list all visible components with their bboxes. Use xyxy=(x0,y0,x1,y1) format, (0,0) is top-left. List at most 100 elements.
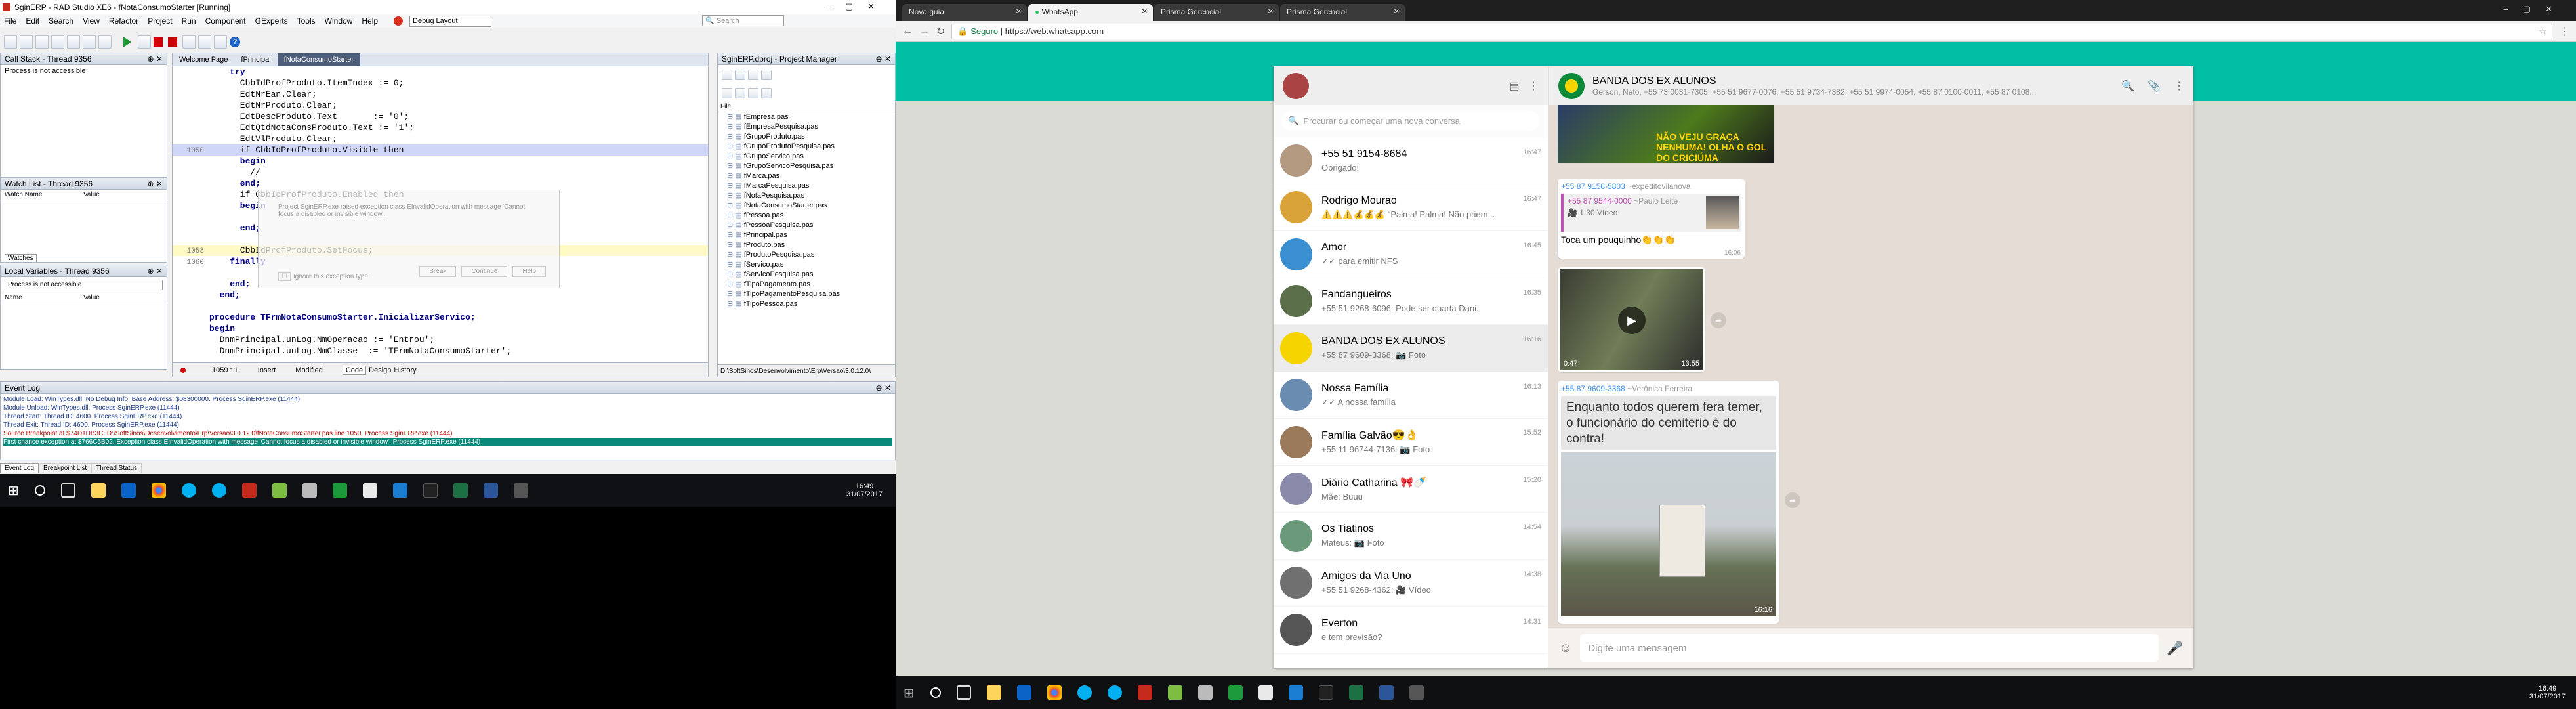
expand-icon[interactable] xyxy=(735,88,745,98)
project-file-item[interactable]: ⊞ ▤ fProduto.pas xyxy=(727,240,895,250)
photo-image[interactable]: 16:16 xyxy=(1561,452,1776,616)
chrome-icon[interactable] xyxy=(151,483,166,498)
ide-search-input[interactable]: 🔍 Search xyxy=(702,15,784,26)
play-icon[interactable]: ▶ xyxy=(1618,307,1646,334)
emoji-icon[interactable]: ☺ xyxy=(1559,641,1572,656)
my-avatar[interactable] xyxy=(1283,72,1309,99)
chat-search-input[interactable]: 🔍 Procurar ou começar uma nova conversa xyxy=(1281,111,1540,131)
chat-list-item[interactable]: Rodrigo Mourao 16:47 ⚠️⚠️⚠️💰💰💰 "Palma! Pal… xyxy=(1274,184,1548,231)
search-icon[interactable]: 🔍 xyxy=(2121,79,2134,93)
local-name-header[interactable]: Name xyxy=(5,294,83,301)
code-tab[interactable]: Code xyxy=(342,365,367,375)
tab-nova-guia[interactable]: Nova guia ✕ xyxy=(902,4,1027,21)
app-icon-dark[interactable] xyxy=(1318,685,1333,700)
watches-tab[interactable]: Watches xyxy=(5,254,37,262)
pause-icon[interactable] xyxy=(154,37,163,47)
project-file-item[interactable]: ⊞ ▤ fPessoa.pas xyxy=(727,211,895,221)
code-line[interactable]: end; xyxy=(173,178,708,189)
chat-list-item[interactable]: BANDA DOS EX ALUNOS 16:16 +55 87 9609-3368… xyxy=(1274,325,1548,372)
clock-right[interactable]: 16:49 31/07/2017 xyxy=(2529,685,2566,700)
skype-business-icon[interactable] xyxy=(1107,685,1122,700)
add-file-icon[interactable] xyxy=(83,35,96,49)
menu-refactor[interactable]: Refactor xyxy=(109,16,138,26)
new-icon[interactable] xyxy=(4,35,17,49)
project-file-item[interactable]: ⊞ ▤ fEmpresa.pas xyxy=(727,112,895,122)
code-line[interactable]: try xyxy=(173,66,708,77)
code-line[interactable]: 1050 if CbbIdProfProduto.Visible then xyxy=(173,144,708,156)
run-to-cursor-icon[interactable] xyxy=(214,35,227,49)
remove-icon[interactable] xyxy=(748,70,758,80)
layout-combo[interactable]: Debug Layout xyxy=(409,15,492,27)
menu-icon[interactable]: ⋮ xyxy=(1528,81,1539,92)
menu-run[interactable]: Run xyxy=(182,16,196,26)
project-file-item[interactable]: ⊞ ▤ fPrincipal.pas xyxy=(727,230,895,240)
break-button[interactable]: Break xyxy=(419,266,457,277)
photo-message[interactable]: +55 87 9609-3368 ~Verônica Ferreira Enqu… xyxy=(1558,381,1779,624)
conversation-header[interactable]: BANDA DOS EX ALUNOS Gerson, Neto, +55 73… xyxy=(1548,66,2193,105)
back-icon[interactable]: ← xyxy=(902,26,913,37)
new-chat-icon[interactable]: ▤ xyxy=(1510,81,1520,92)
help-icon[interactable]: ? xyxy=(230,37,240,47)
image-message[interactable]: NÃO VEJU GRAÇA NENHUMA! OLHA O GOL DO CR… xyxy=(1558,105,1774,163)
menu-component[interactable]: Component xyxy=(205,16,246,26)
chrome-icon[interactable] xyxy=(1047,685,1062,700)
excel-icon[interactable] xyxy=(453,483,468,498)
word-icon[interactable] xyxy=(1379,685,1394,700)
app-icon-green[interactable] xyxy=(272,483,287,498)
cortana-icon[interactable] xyxy=(34,485,45,496)
clock-left[interactable]: 16:49 31/07/2017 xyxy=(846,483,883,498)
forward-icon[interactable]: → xyxy=(919,26,930,37)
menu-project[interactable]: Project xyxy=(148,16,172,26)
code-line[interactable]: EdtVlProduto.Clear; xyxy=(173,133,708,144)
menu-help[interactable]: Help xyxy=(362,16,378,26)
run-without-debug-icon[interactable] xyxy=(138,35,151,49)
filter-icon[interactable] xyxy=(761,88,772,98)
tab-fprincipal[interactable]: fPrincipal xyxy=(234,56,277,64)
message-input[interactable]: Digite uma mensagem xyxy=(1580,634,2159,662)
microphone-icon[interactable]: 🎤 xyxy=(2167,640,2183,656)
panel-pin-close-icon[interactable]: ⊕ ✕ xyxy=(876,54,891,64)
tab-fnotaconsumostarter[interactable]: fNotaConsumoStarter xyxy=(277,53,361,66)
help-button[interactable]: Help xyxy=(512,266,546,277)
new-item-icon[interactable] xyxy=(735,70,745,80)
chat-list-item[interactable]: Fandangueiros 16:35 +55 51 9268-6096: Pode… xyxy=(1274,278,1548,325)
forward-icon[interactable]: ➦ xyxy=(1711,312,1726,328)
chat-list-item[interactable]: Família Galvão😎👌 15:52 +55 11 96744-7136: … xyxy=(1274,419,1548,466)
task-view-icon[interactable] xyxy=(956,685,971,700)
code-line[interactable]: DnmPrincipal.unLog.NmOperacao := 'Entrou… xyxy=(173,334,708,345)
project-file-item[interactable]: ⊞ ▤ fEmpresaPesquisa.pas xyxy=(727,122,895,132)
group-avatar[interactable] xyxy=(1558,72,1585,99)
chat-list-item[interactable]: Everton 14:31 e tem previsão? xyxy=(1274,607,1548,654)
app-icon-blue[interactable] xyxy=(1288,685,1303,700)
tab-thread-status[interactable]: Thread Status xyxy=(91,463,142,473)
tab-prisma-2[interactable]: Prisma Gerencial ✕ xyxy=(1280,4,1405,21)
run-icon[interactable] xyxy=(123,37,131,47)
code-line[interactable]: EdtNrProduto.Clear; xyxy=(173,100,708,111)
watch-name-header[interactable]: Watch Name xyxy=(5,191,83,198)
code-line[interactable]: procedure TFrmNotaConsumoStarter.Inicial… xyxy=(173,312,708,323)
local-value-header[interactable]: Value xyxy=(83,294,100,301)
reply-message[interactable]: +55 87 9158-5803 ~expeditovilanova +55 8… xyxy=(1558,179,1745,259)
code-line[interactable]: // xyxy=(173,167,708,178)
menu-edit[interactable]: Edit xyxy=(26,16,39,26)
code-line[interactable]: DnmPrincipal.unLog.NmClasse := 'TFrmNota… xyxy=(173,345,708,355)
project-file-item[interactable]: ⊞ ▤ fGrupoProduto.pas xyxy=(727,132,895,142)
tab-prisma-1[interactable]: Prisma Gerencial ✕ xyxy=(1154,4,1279,21)
remove-file-icon[interactable] xyxy=(98,35,112,49)
attach-icon[interactable]: 📎 xyxy=(2148,79,2161,93)
chat-list-item[interactable]: +55 51 9154-8684 16:47 Obrigado! xyxy=(1274,137,1548,184)
menu-icon[interactable]: ⋮ xyxy=(2174,79,2184,93)
sync-icon[interactable] xyxy=(722,88,732,98)
file-explorer-icon[interactable] xyxy=(91,483,106,498)
bookmark-star-icon[interactable]: ☆ xyxy=(2539,26,2546,37)
cortana-icon[interactable] xyxy=(930,687,941,698)
save-all-icon[interactable] xyxy=(51,35,64,49)
app-icon-green-2[interactable] xyxy=(332,483,347,498)
menu-kebab-icon[interactable]: ⋮ xyxy=(2559,25,2569,38)
ignore-checkbox[interactable]: ☐ xyxy=(278,272,291,281)
menu-window[interactable]: Window xyxy=(325,16,353,26)
collapse-icon[interactable] xyxy=(748,88,758,98)
history-tab[interactable]: History xyxy=(394,366,416,374)
menu-tools[interactable]: Tools xyxy=(297,16,316,26)
project-file-item[interactable]: ⊞ ▤ fTipoPagamento.pas xyxy=(727,280,895,290)
